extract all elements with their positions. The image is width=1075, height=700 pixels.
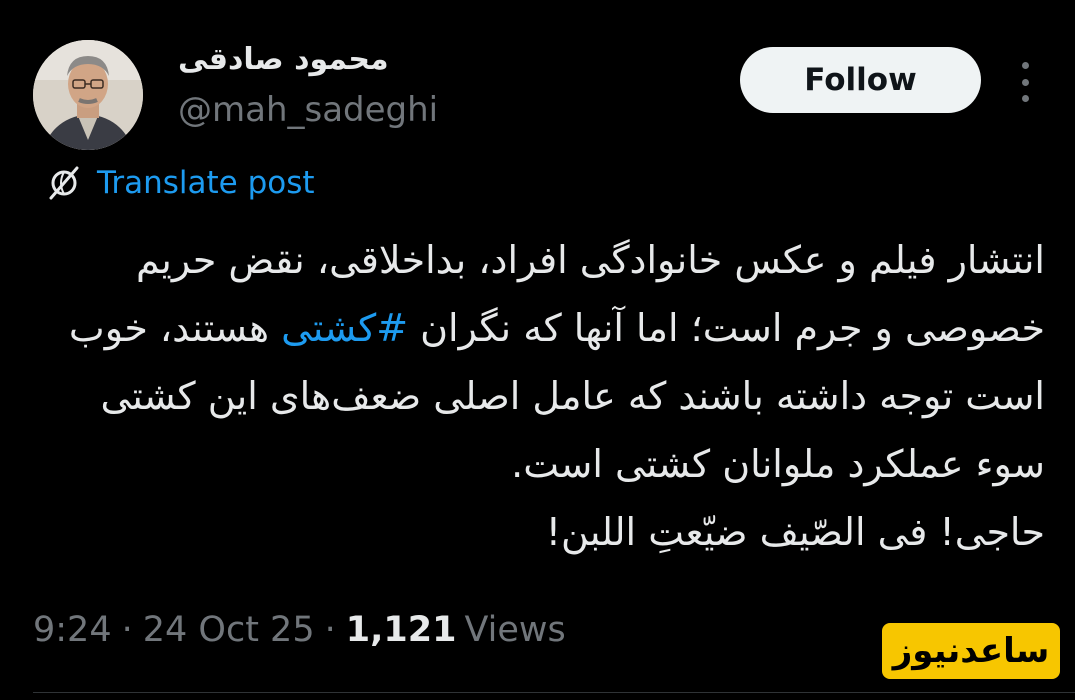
translate-globe-icon <box>49 166 79 200</box>
post-time[interactable]: 9:24 <box>33 610 112 650</box>
separator-dot: · <box>121 610 133 650</box>
post-meta: 9:24 · 24 Oct 25 · 1,121 Views <box>33 610 566 650</box>
more-dot <box>1021 95 1029 102</box>
avatar-photo <box>33 40 143 150</box>
follow-button[interactable]: Follow <box>740 47 981 113</box>
avatar[interactable] <box>33 40 143 150</box>
more-dot <box>1021 78 1029 86</box>
translate-post-link[interactable]: Translate post <box>45 164 315 202</box>
post-date[interactable]: 24 Oct 25 <box>143 610 315 650</box>
divider <box>33 692 1075 693</box>
hashtag-link[interactable]: #کشتی <box>281 306 408 350</box>
more-dot <box>1021 62 1029 69</box>
post-text: انتشار فیلم و عکس خانوادگی افراد، بداخلا… <box>25 226 1045 566</box>
views-label: Views <box>464 610 566 650</box>
author-name[interactable]: محمود صادقی <box>178 42 389 77</box>
translate-post-label: Translate post <box>97 165 315 201</box>
separator-dot: · <box>324 610 336 650</box>
author-handle[interactable]: @mah_sadeghi <box>178 90 438 130</box>
watermark-logo: ساعدنیوز <box>882 623 1060 679</box>
views-count[interactable]: 1,121 <box>346 610 457 650</box>
more-options-icon[interactable] <box>1010 62 1040 102</box>
post-text-last-line: حاجی! فی الصّیف ضیّعتِ اللبن! <box>545 510 1045 554</box>
